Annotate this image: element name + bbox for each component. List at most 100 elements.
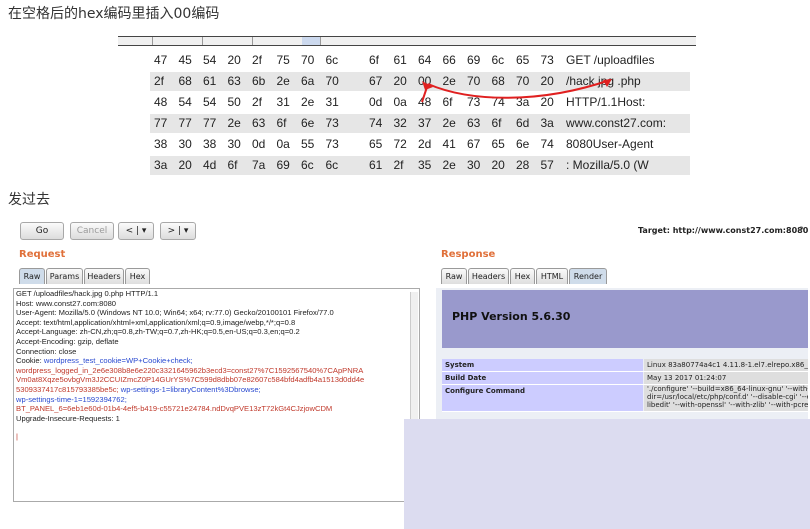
response-title: Response [441, 249, 496, 260]
hex-byte[interactable]: 63 [252, 116, 265, 130]
hex-byte[interactable]: 32 [394, 116, 407, 130]
hex-byte[interactable]: 30 [228, 137, 241, 151]
cookie-header: Cookie: wordpress_test_cookie=WP+Cookie+… [14, 356, 419, 366]
hex-byte[interactable]: 30 [179, 137, 192, 151]
hex-byte[interactable]: 61 [369, 158, 382, 172]
hex-byte[interactable]: 70 [301, 53, 314, 67]
hex-byte[interactable]: 38 [154, 137, 167, 151]
hex-byte[interactable]: 41 [443, 137, 456, 151]
hex-byte[interactable]: 30 [467, 158, 480, 172]
hex-byte[interactable]: 2f [252, 53, 262, 67]
hex-byte[interactable]: 35 [418, 158, 431, 172]
hex-byte[interactable]: 2e [228, 116, 241, 130]
hex-byte[interactable]: 77 [203, 116, 216, 130]
hex-byte[interactable]: 54 [203, 95, 216, 109]
hex-byte[interactable]: 6e [301, 116, 314, 130]
hex-byte[interactable]: 55 [301, 137, 314, 151]
tab-headers[interactable]: Headers [84, 268, 124, 284]
row-key: Configure Command [442, 385, 643, 411]
hex-byte[interactable]: 54 [203, 53, 216, 67]
hex-byte[interactable]: 28 [516, 158, 529, 172]
hex-byte[interactable]: 6c [301, 158, 314, 172]
hex-byte[interactable]: 0d [252, 137, 265, 151]
hex-byte[interactable]: 77 [179, 116, 192, 130]
request-editor[interactable]: GET /uploadfiles/hack.jpg 0.php HTTP/1.1… [13, 288, 420, 502]
hex-byte[interactable]: 0d [369, 95, 382, 109]
hex-byte[interactable]: 31 [277, 95, 290, 109]
cookie-logged-in-end: 5309337417c815793385be5c; wp-settings-1=… [14, 385, 419, 395]
hex-byte[interactable]: 0a [277, 137, 290, 151]
hex-byte[interactable]: 73 [326, 116, 339, 130]
tab-headers-response[interactable]: Headers [468, 268, 509, 284]
hex-row: 38 30 38 30 0d 0a 55 73 65 72 2d 41 67 65 6e 74 8080User… [150, 135, 690, 154]
back-button[interactable]: < | ▾ [118, 222, 154, 240]
hex-byte[interactable]: 65 [492, 137, 505, 151]
php-version-title: PHP Version 5.6.30 [452, 310, 571, 323]
tab-html[interactable]: HTML [536, 268, 568, 284]
hex-byte[interactable]: 6b [252, 74, 265, 88]
cookie-logged-in-tail: 5309337417c815793385be5c; [16, 384, 119, 394]
tab-raw[interactable]: Raw [19, 268, 45, 284]
hex-byte[interactable]: 6f [369, 53, 379, 67]
hex-byte[interactable]: 2e [443, 158, 456, 172]
tab-raw-response[interactable]: Raw [441, 268, 467, 284]
hex-byte[interactable]: 6d [516, 116, 529, 130]
hex-byte[interactable]: 6f [228, 158, 238, 172]
tab-params[interactable]: Params [46, 268, 83, 284]
hex-byte[interactable]: 2f [252, 95, 262, 109]
hex-byte[interactable]: 45 [179, 53, 192, 67]
cancel-button[interactable]: Cancel [70, 222, 114, 240]
hex-byte[interactable]: 38 [203, 137, 216, 151]
hex-ascii: 8080User-Agent [566, 137, 654, 151]
hex-byte[interactable]: 72 [394, 137, 407, 151]
hex-byte[interactable]: 6f [492, 116, 502, 130]
hex-byte[interactable]: 57 [541, 158, 554, 172]
hex-byte[interactable]: 2f [394, 158, 404, 172]
hex-byte[interactable]: 63 [467, 116, 480, 130]
hex-byte[interactable]: 77 [154, 116, 167, 130]
hex-byte[interactable]: 75 [277, 53, 290, 67]
hex-byte[interactable]: 61 [203, 74, 216, 88]
php-version-banner: PHP Version 5.6.30 [442, 290, 808, 348]
hex-byte[interactable]: 63 [228, 74, 241, 88]
hex-byte[interactable]: 2e [301, 95, 314, 109]
hex-byte[interactable]: 47 [154, 53, 167, 67]
forward-button[interactable]: > | ▾ [160, 222, 196, 240]
hex-byte[interactable]: 2f [154, 74, 164, 88]
hex-byte[interactable]: 69 [277, 158, 290, 172]
cookie-label: Cookie: [16, 356, 44, 366]
hex-byte[interactable]: 74 [541, 137, 554, 151]
hex-byte[interactable]: 4d [203, 158, 216, 172]
hex-byte[interactable]: 31 [326, 95, 339, 109]
hex-byte[interactable]: 65 [369, 137, 382, 151]
hex-byte[interactable]: 20 [228, 53, 241, 67]
tab-hex-response[interactable]: Hex [510, 268, 535, 284]
go-button[interactable]: Go [20, 222, 64, 240]
hex-byte[interactable]: 54 [179, 95, 192, 109]
hex-byte[interactable]: 3a [154, 158, 167, 172]
hex-byte[interactable]: 20 [492, 158, 505, 172]
hex-byte[interactable]: 6c [326, 53, 339, 67]
hex-byte[interactable]: 7a [252, 158, 265, 172]
tab-hex[interactable]: Hex [125, 268, 150, 284]
hex-byte[interactable]: 2e [277, 74, 290, 88]
hex-byte[interactable]: 70 [326, 74, 339, 88]
help-icon[interactable]: ? [799, 226, 804, 236]
hex-byte[interactable]: 37 [418, 116, 431, 130]
hex-byte[interactable]: 6c [326, 158, 339, 172]
hex-byte[interactable]: 67 [369, 74, 382, 88]
tab-render[interactable]: Render [569, 268, 607, 284]
hex-byte[interactable]: 68 [179, 74, 192, 88]
hex-byte[interactable]: 3a [541, 116, 554, 130]
hex-byte[interactable]: 6a [301, 74, 314, 88]
hex-byte[interactable]: 48 [154, 95, 167, 109]
hex-byte[interactable]: 50 [228, 95, 241, 109]
hex-byte[interactable]: 6e [516, 137, 529, 151]
hex-byte[interactable]: 6f [277, 116, 287, 130]
hex-byte[interactable]: 2e [443, 116, 456, 130]
hex-byte[interactable]: 20 [179, 158, 192, 172]
hex-byte[interactable]: 73 [326, 137, 339, 151]
hex-byte[interactable]: 74 [369, 116, 382, 130]
hex-byte[interactable]: 67 [467, 137, 480, 151]
hex-byte[interactable]: 2d [418, 137, 431, 151]
